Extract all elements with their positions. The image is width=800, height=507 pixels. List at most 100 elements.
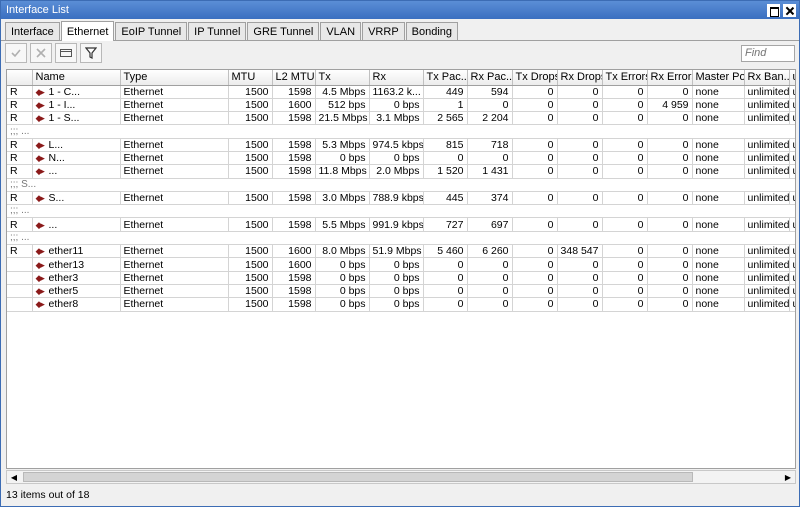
cell-name: ◆▸ N...	[32, 151, 121, 166]
tab-eoip-tunnel[interactable]: EoIP Tunnel	[115, 22, 188, 40]
cell-rxe: 0	[647, 284, 693, 299]
cell-flag	[7, 257, 33, 272]
cell-txd: 0	[512, 217, 558, 232]
interface-name: S...	[48, 192, 65, 205]
cell-type: Ethernet	[120, 138, 229, 152]
scroll-left-icon[interactable]: ◀	[7, 473, 21, 482]
disable-button[interactable]	[30, 43, 52, 63]
cell-tx: 5.5 Mbps	[315, 217, 370, 232]
cell-name: ◆▸ 1 - S...	[32, 111, 121, 126]
cell-txe: 0	[602, 244, 648, 259]
column-header[interactable]: Rx	[369, 70, 424, 86]
column-header[interactable]: Rx Pac...	[467, 70, 513, 86]
cell-l2mtu: 1598	[272, 191, 316, 206]
table-row[interactable]: ◆▸ ether3 Ethernet 1500 1598 0 bps 0 bps 0 0 0 0 0 0…	[7, 271, 795, 285]
cell-txe: 0	[602, 111, 648, 126]
table-row[interactable]: R ◆▸ L... Ethernet 1500 1598 5.3 Mbps 974.5 kbp…	[7, 138, 795, 152]
find-input[interactable]	[741, 44, 795, 62]
cell-rxban: unlimited	[744, 164, 790, 179]
interface-name: ether3	[48, 271, 79, 284]
filter-button[interactable]	[80, 43, 102, 63]
scroll-right-icon[interactable]: ▶	[781, 473, 795, 482]
comment-row[interactable]: ;;; ...	[7, 231, 795, 246]
tab-gre-tunnel[interactable]: GRE Tunnel	[247, 22, 320, 40]
cell-l2mtu: 1598	[272, 138, 316, 152]
cell-type: Ethernet	[120, 257, 229, 272]
cell-rx: 0 bps	[369, 151, 424, 166]
cell-txd: 0	[512, 297, 558, 312]
column-header[interactable]: L2 MTU	[272, 70, 316, 86]
cell-type: Ethernet	[120, 244, 229, 259]
cell-rxd: 0	[557, 85, 603, 99]
cell-mtu: 1500	[228, 151, 273, 166]
table-row[interactable]: R ◆▸... Ethernet 1500 1598 5.5 Mbps 991.9 kbps…	[7, 217, 795, 232]
comment-button[interactable]	[55, 43, 77, 63]
tab-bar: Interface Ethernet EoIP Tunnel IP Tunnel GRE…	[1, 19, 799, 41]
column-header[interactable]: Rx Drops	[557, 70, 603, 86]
cell-rxd: 0	[557, 138, 603, 152]
cell-tx: 4.5 Mbps	[315, 85, 370, 99]
item-count: 13 items out of 18	[6, 488, 90, 501]
interface-name: ether8	[48, 298, 79, 311]
comment-row[interactable]: ;;; ...	[7, 124, 795, 139]
column-header[interactable]: Tx	[315, 70, 370, 86]
cell-name: ◆▸ ether13	[32, 257, 121, 272]
interface-name: ether5	[48, 285, 79, 298]
column-header[interactable]: Master Port	[692, 70, 745, 86]
column-header[interactable]: Rx Errors	[647, 70, 693, 86]
close-icon[interactable]	[783, 3, 796, 17]
tab-vrrp[interactable]: VRRP	[362, 22, 405, 40]
cell-mtu: 1500	[228, 271, 273, 285]
column-header[interactable]: Type	[120, 70, 229, 86]
cell-u: u	[789, 297, 795, 312]
column-header[interactable]: Tx Pac...	[423, 70, 468, 86]
comment-row[interactable]: ;;; S...	[7, 178, 795, 192]
table-row[interactable]: ◆▸ ether13 Ethernet 1500 1600 0 bps 0 bps 0 0 0 0 0…	[7, 257, 795, 272]
column-header[interactable]	[7, 70, 33, 86]
table-row[interactable]: R ◆▸ N... Ethernet 1500 1598 0 bps 0 bps 0 0 0 0 0 0 n…	[7, 151, 795, 166]
cell-u: u	[789, 217, 795, 232]
table-row[interactable]: ◆▸ ether8 Ethernet 1500 1598 0 bps 0 bps 0 0 0 0 0 0…	[7, 297, 795, 312]
table-row[interactable]: R ◆▸ ether11 Ethernet 1500 1600 8.0 Mbps 51.9 M…	[7, 244, 795, 259]
title-bar[interactable]: Interface List	[1, 1, 799, 19]
table-row[interactable]: R ◆▸... Ethernet 1500 1598 11.8 Mbps 2.0 Mbps 1…	[7, 164, 795, 179]
table-row[interactable]: R ◆▸ S... Ethernet 1500 1598 3.0 Mbps 788.9 kbp…	[7, 191, 795, 206]
comment-row[interactable]: ;;; ...	[7, 204, 795, 219]
table-row[interactable]: R ◆▸ 1 - S... Ethernet 1500 1598 21.5 Mbps 3.1 …	[7, 111, 795, 126]
cell-rx: 0 bps	[369, 271, 424, 285]
column-header[interactable]: Tx Errors	[602, 70, 648, 86]
column-header[interactable]: Rx Ban...	[744, 70, 790, 86]
cell-rxd: 0	[557, 217, 603, 232]
cell-tx: 11.8 Mbps	[315, 164, 370, 179]
horizontal-scrollbar[interactable]: ◀ ▶	[6, 470, 796, 484]
scroll-thumb[interactable]	[23, 472, 693, 482]
cell-flag: R	[7, 138, 33, 152]
cell-rxe: 0	[647, 151, 693, 166]
table-row[interactable]: R ◆▸ 1 - C... Ethernet 1500 1598 4.5 Mbps 1163.…	[7, 85, 795, 99]
window-title: Interface List	[6, 4, 69, 16]
comment-text: ;;; S...	[7, 178, 795, 192]
tab-vlan[interactable]: VLAN	[320, 22, 362, 40]
cell-type: Ethernet	[120, 111, 229, 126]
cell-rxp: 6 260	[467, 244, 513, 259]
cell-txp: 445	[423, 191, 468, 206]
tab-bonding[interactable]: Bonding	[405, 22, 459, 40]
cell-rxp: 1 431	[467, 164, 513, 179]
cell-txe: 0	[602, 284, 648, 299]
enable-button[interactable]	[5, 43, 27, 63]
tab-ip-tunnel[interactable]: IP Tunnel	[188, 22, 247, 40]
tab-ethernet[interactable]: Ethernet	[60, 21, 115, 41]
column-header[interactable]: u	[789, 70, 795, 86]
cell-txp: 0	[423, 284, 468, 299]
cell-rxe: 0	[647, 271, 693, 285]
tab-interface[interactable]: Interface	[5, 22, 60, 40]
ethernet-icon: ◆▸	[35, 272, 45, 283]
column-header[interactable]: Tx Drops	[512, 70, 558, 86]
table-row[interactable]: ◆▸ ether5 Ethernet 1500 1598 0 bps 0 bps 0 0 0 0 0 0…	[7, 284, 795, 299]
column-header[interactable]: Name	[32, 70, 121, 86]
maximize-icon[interactable]	[767, 3, 780, 17]
table-row[interactable]: R ◆▸ 1 - I... Ethernet 1500 1600 512 bps 0 bps 1…	[7, 98, 795, 113]
cell-tx: 0 bps	[315, 271, 370, 285]
cell-name: ◆▸...	[32, 217, 121, 232]
column-header[interactable]: MTU	[228, 70, 273, 86]
